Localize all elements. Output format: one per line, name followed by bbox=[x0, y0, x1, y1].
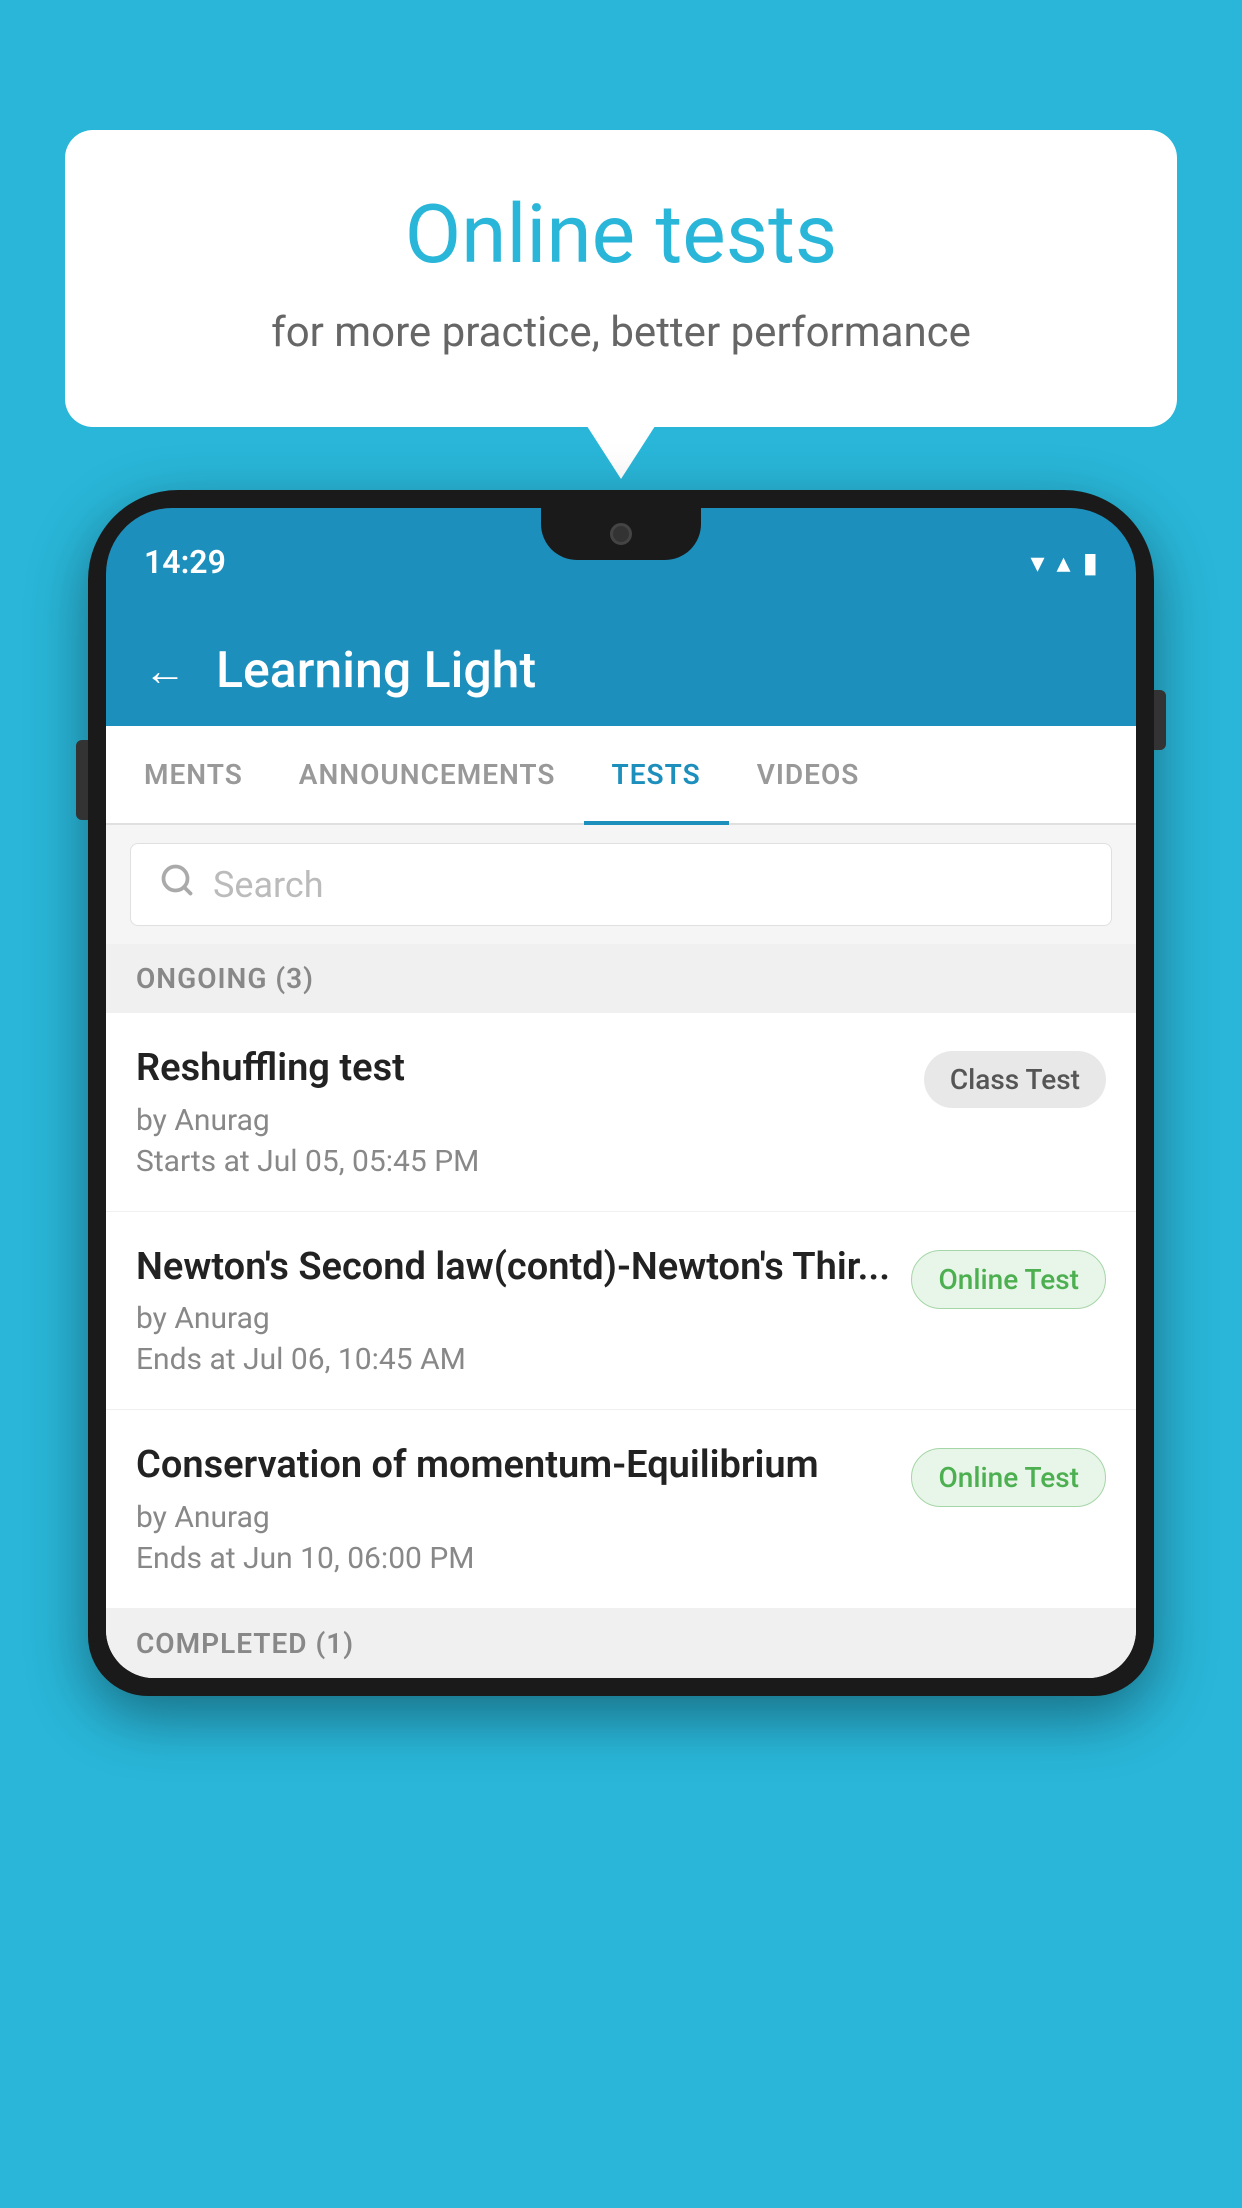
test-item[interactable]: Conservation of momentum-Equilibrium by … bbox=[106, 1410, 1136, 1609]
test-item-left: Newton's Second law(contd)-Newton's Thir… bbox=[136, 1244, 911, 1378]
test-by: by Anurag bbox=[136, 1103, 904, 1138]
signal-icon: ▴ bbox=[1057, 546, 1071, 579]
bubble-title: Online tests bbox=[145, 190, 1097, 280]
front-camera bbox=[610, 523, 632, 545]
speech-bubble-container: Online tests for more practice, better p… bbox=[65, 130, 1177, 427]
volume-button bbox=[76, 740, 88, 820]
test-badge-class: Class Test bbox=[924, 1051, 1106, 1108]
battery-icon: ▮ bbox=[1083, 546, 1098, 579]
tab-videos[interactable]: VIDEOS bbox=[729, 726, 888, 823]
speech-bubble: Online tests for more practice, better p… bbox=[65, 130, 1177, 427]
phone-outer: 14:29 ▾ ▴ ▮ ← Learning Light MENTS bbox=[88, 490, 1154, 1696]
test-badge-online-2: Online Test bbox=[911, 1448, 1106, 1507]
test-name: Reshuffling test bbox=[136, 1045, 904, 1093]
test-badge-online: Online Test bbox=[911, 1250, 1106, 1309]
test-date: Ends at Jul 06, 10:45 AM bbox=[136, 1342, 891, 1377]
test-name: Newton's Second law(contd)-Newton's Thir… bbox=[136, 1244, 891, 1292]
tab-ments[interactable]: MENTS bbox=[116, 726, 271, 823]
test-item-left: Conservation of momentum-Equilibrium by … bbox=[136, 1442, 911, 1576]
power-button bbox=[1154, 690, 1166, 750]
status-bar: 14:29 ▾ ▴ ▮ bbox=[106, 508, 1136, 616]
search-container: Search bbox=[106, 825, 1136, 944]
test-date: Starts at Jul 05, 05:45 PM bbox=[136, 1144, 904, 1179]
tab-announcements[interactable]: ANNOUNCEMENTS bbox=[271, 726, 584, 823]
status-time: 14:29 bbox=[144, 543, 226, 581]
back-button[interactable]: ← bbox=[144, 647, 186, 696]
ongoing-section-header: ONGOING (3) bbox=[106, 944, 1136, 1013]
search-bar[interactable]: Search bbox=[130, 843, 1112, 926]
test-date: Ends at Jun 10, 06:00 PM bbox=[136, 1541, 891, 1576]
test-item[interactable]: Newton's Second law(contd)-Newton's Thir… bbox=[106, 1212, 1136, 1411]
notch bbox=[541, 508, 701, 560]
tabs-bar: MENTS ANNOUNCEMENTS TESTS VIDEOS bbox=[106, 726, 1136, 825]
completed-section-header: COMPLETED (1) bbox=[106, 1609, 1136, 1678]
completed-title: COMPLETED (1) bbox=[136, 1627, 354, 1660]
bubble-subtitle: for more practice, better performance bbox=[145, 308, 1097, 357]
tab-tests[interactable]: TESTS bbox=[584, 726, 729, 823]
test-item[interactable]: Reshuffling test by Anurag Starts at Jul… bbox=[106, 1013, 1136, 1212]
phone-content: ← Learning Light MENTS ANNOUNCEMENTS TES… bbox=[106, 616, 1136, 1678]
test-by: by Anurag bbox=[136, 1500, 891, 1535]
app-header: ← Learning Light bbox=[106, 616, 1136, 726]
ongoing-title: ONGOING (3) bbox=[136, 962, 314, 995]
status-icons: ▾ ▴ ▮ bbox=[1030, 546, 1098, 579]
search-input[interactable]: Search bbox=[213, 864, 324, 906]
test-item-left: Reshuffling test by Anurag Starts at Jul… bbox=[136, 1045, 924, 1179]
test-by: by Anurag bbox=[136, 1301, 891, 1336]
search-icon bbox=[159, 862, 195, 907]
phone-mockup: 14:29 ▾ ▴ ▮ ← Learning Light MENTS bbox=[88, 490, 1154, 2208]
test-name: Conservation of momentum-Equilibrium bbox=[136, 1442, 891, 1490]
app-title: Learning Light bbox=[216, 642, 536, 700]
wifi-icon: ▾ bbox=[1030, 546, 1044, 579]
